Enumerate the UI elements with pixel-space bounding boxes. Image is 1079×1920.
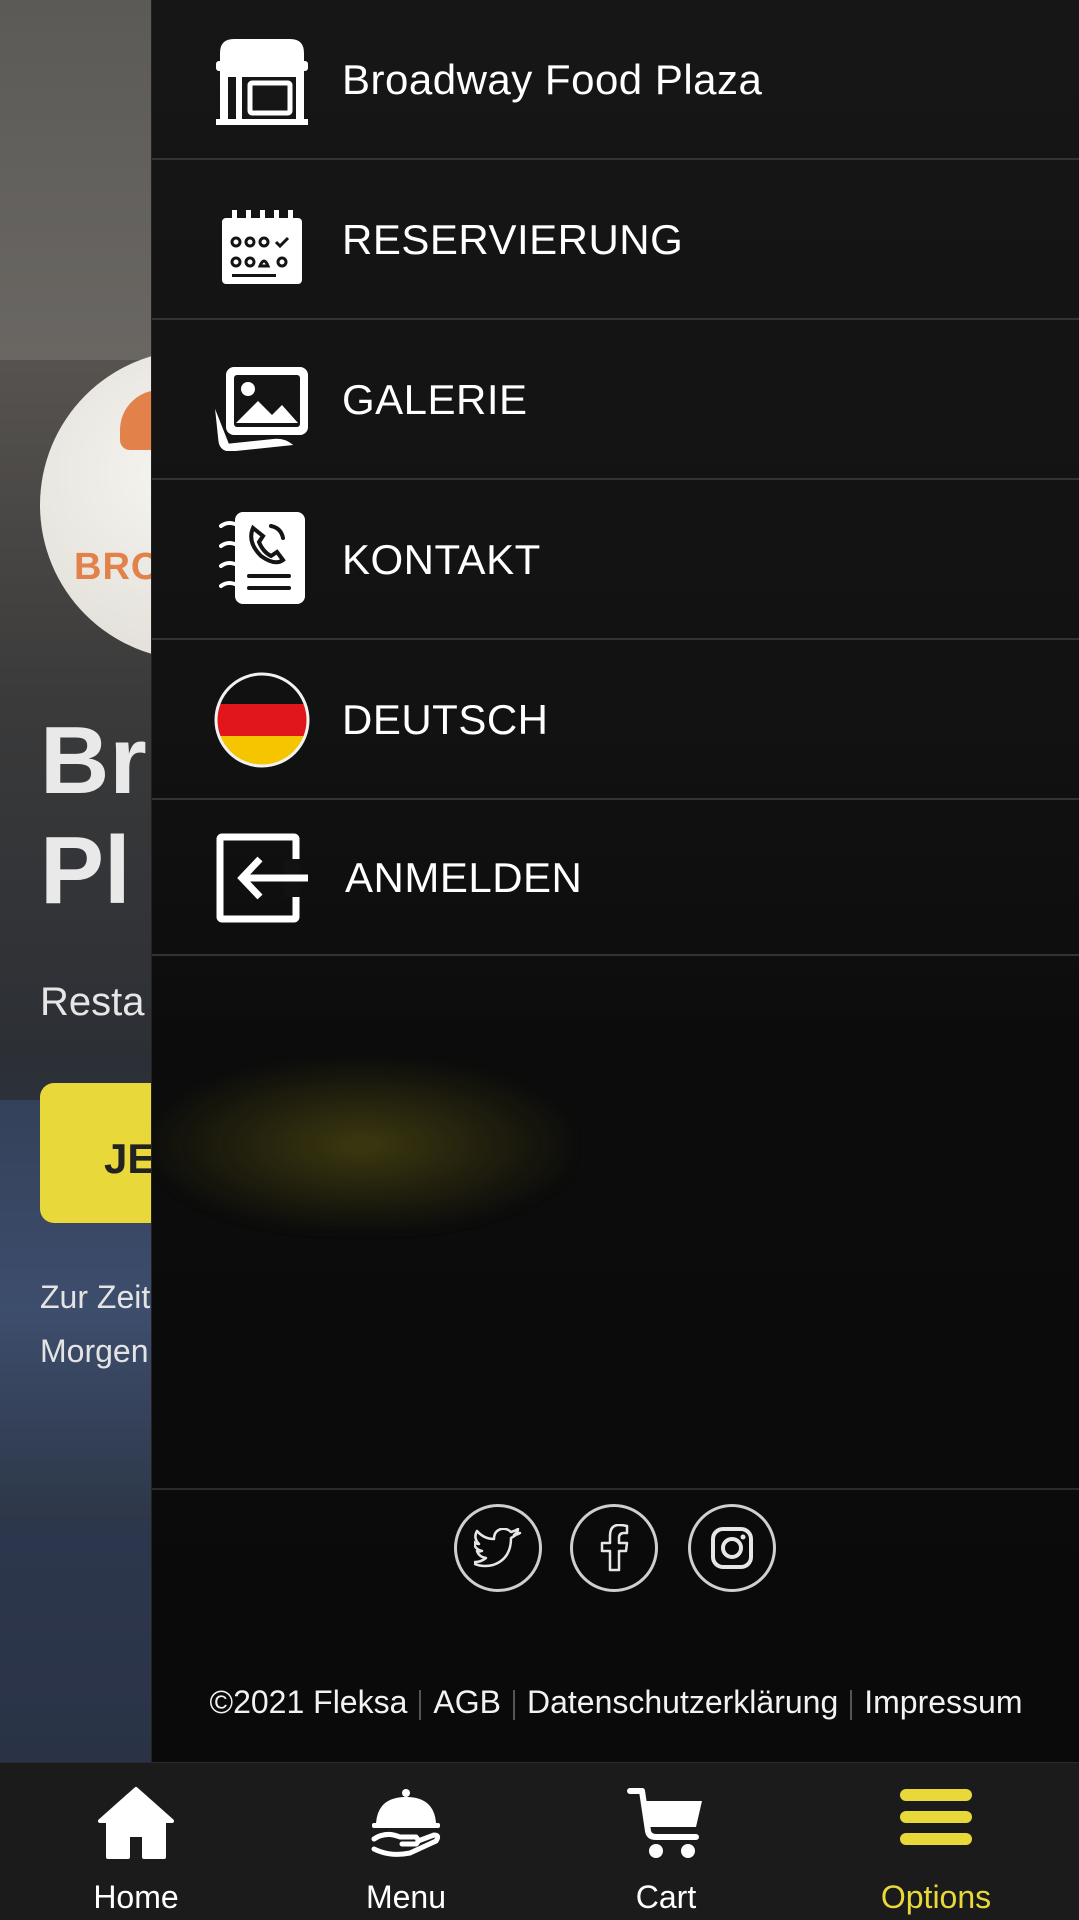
- drawer-item-contact[interactable]: KONTAKT: [152, 480, 1079, 640]
- drawer-item-label: KONTAKT: [342, 536, 541, 583]
- drawer-item-gallery[interactable]: GALERIE: [152, 320, 1079, 480]
- restaurant-title: Br Pl: [40, 706, 147, 926]
- drawer-item-label: DEUTSCH: [342, 696, 549, 743]
- facebook-link[interactable]: [570, 1504, 658, 1592]
- background-wall: [0, 0, 160, 360]
- login-icon: [214, 830, 310, 926]
- side-drawer: Broadway Food Plaza RESERVIERUNG GALERIE…: [151, 0, 1079, 1762]
- gallery-icon: [214, 360, 310, 456]
- nav-cart[interactable]: Cart: [566, 1763, 766, 1920]
- contact-book-icon: [214, 510, 310, 606]
- restaurant-title-line1: Br: [40, 707, 147, 814]
- twitter-icon: [474, 1528, 522, 1568]
- footer-separator: [512, 1689, 515, 1720]
- imprint-link[interactable]: Impressum: [864, 1684, 1022, 1720]
- footer-separator: [850, 1689, 853, 1720]
- drawer-item-label: Broadway Food Plaza: [342, 56, 763, 103]
- copyright-text: ©2021 Fleksa: [209, 1684, 408, 1720]
- drawer-item-language[interactable]: DEUTSCH: [152, 640, 1079, 800]
- facebook-icon: [600, 1524, 629, 1572]
- nav-menu[interactable]: Menu: [306, 1763, 506, 1920]
- restaurant-title-line2: Pl: [40, 817, 131, 924]
- privacy-link[interactable]: Datenschutzerklärung: [527, 1684, 838, 1720]
- drawer-item-label: GALERIE: [342, 376, 528, 423]
- logo-text: BRO: [74, 546, 162, 588]
- calendar-icon: [214, 200, 310, 296]
- opening-note-line1: Zur Zeit: [40, 1279, 151, 1315]
- twitter-link[interactable]: [454, 1504, 542, 1592]
- opening-note-line2: Morgen: [40, 1333, 149, 1369]
- agb-link[interactable]: AGB: [433, 1684, 501, 1720]
- footer-links: ©2021 Fleksa AGB Datenschutzerklärung Impre…: [152, 1684, 1079, 1721]
- storefront-icon: [214, 32, 310, 128]
- nav-menu-label: Menu: [365, 1879, 447, 1915]
- opening-note: Zur Zeit Morgen: [40, 1270, 150, 1378]
- footer-separator: [419, 1689, 422, 1720]
- nav-cart-label: Cart: [635, 1879, 697, 1915]
- drawer-divider: [152, 1488, 1079, 1490]
- restaurant-subtitle: Resta: [40, 980, 145, 1024]
- drawer-item-restaurant[interactable]: Broadway Food Plaza: [152, 0, 1079, 160]
- bottom-nav: Home Menu Cart Options: [0, 1762, 1079, 1920]
- hamburger-icon: [900, 1789, 972, 1845]
- instagram-link[interactable]: [688, 1504, 776, 1592]
- nav-home[interactable]: Home: [36, 1763, 236, 1920]
- cloche-icon: [371, 1789, 441, 1857]
- instagram-icon: [711, 1527, 753, 1569]
- drawer-item-label: ANMELDEN: [345, 854, 583, 901]
- cart-icon: [627, 1788, 702, 1858]
- nav-home-label: Home: [93, 1879, 179, 1915]
- nav-options[interactable]: Options: [836, 1763, 1036, 1920]
- drawer-item-reservation[interactable]: RESERVIERUNG: [152, 160, 1079, 320]
- drawer-item-login[interactable]: ANMELDEN: [152, 800, 1079, 956]
- german-flag-icon: [214, 672, 310, 768]
- home-icon: [98, 1787, 174, 1859]
- nav-options-label: Options: [880, 1879, 992, 1915]
- drawer-item-label: RESERVIERUNG: [342, 216, 684, 263]
- blurred-background-button: [152, 1060, 572, 1230]
